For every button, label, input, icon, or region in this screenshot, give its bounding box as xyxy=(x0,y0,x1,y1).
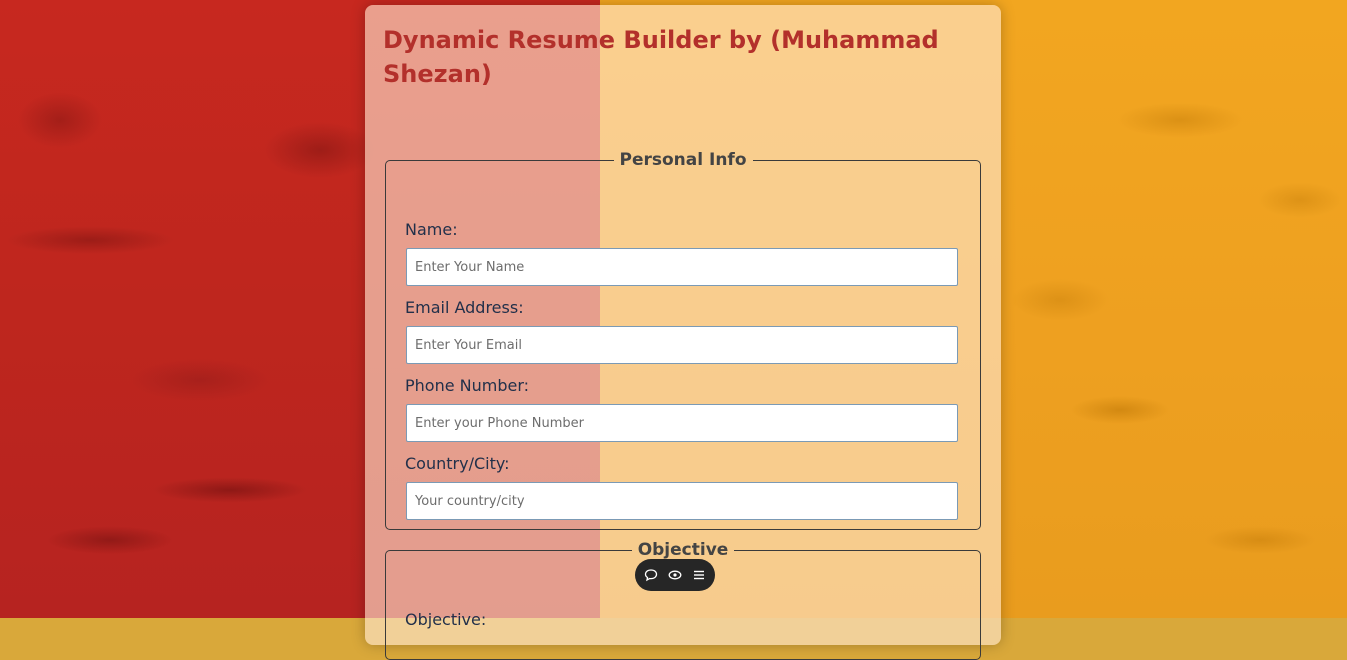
page-title: Dynamic Resume Builder by (Muhammad Shez… xyxy=(383,26,939,88)
personal-info-section: Personal Info Name: Email Address: Phone… xyxy=(385,150,981,530)
menu-icon[interactable] xyxy=(691,567,707,583)
objective-label: Objective: xyxy=(405,610,487,629)
objective-section: Objective Objective: xyxy=(385,540,981,660)
resume-form-container: Dynamic Resume Builder by (Muhammad Shez… xyxy=(365,5,1001,660)
objective-legend: Objective xyxy=(637,540,729,560)
email-input[interactable] xyxy=(406,326,958,364)
personal-info-legend: Personal Info xyxy=(619,150,747,170)
phone-label: Phone Number: xyxy=(405,376,530,395)
floating-toolbar xyxy=(635,559,715,591)
eye-icon[interactable] xyxy=(667,567,683,583)
name-input[interactable] xyxy=(406,248,958,286)
email-label: Email Address: xyxy=(405,298,524,317)
country-city-label: Country/City: xyxy=(405,454,510,473)
phone-input[interactable] xyxy=(406,404,958,442)
country-city-input[interactable] xyxy=(406,482,958,520)
comment-icon[interactable] xyxy=(643,567,659,583)
name-label: Name: xyxy=(405,220,458,239)
